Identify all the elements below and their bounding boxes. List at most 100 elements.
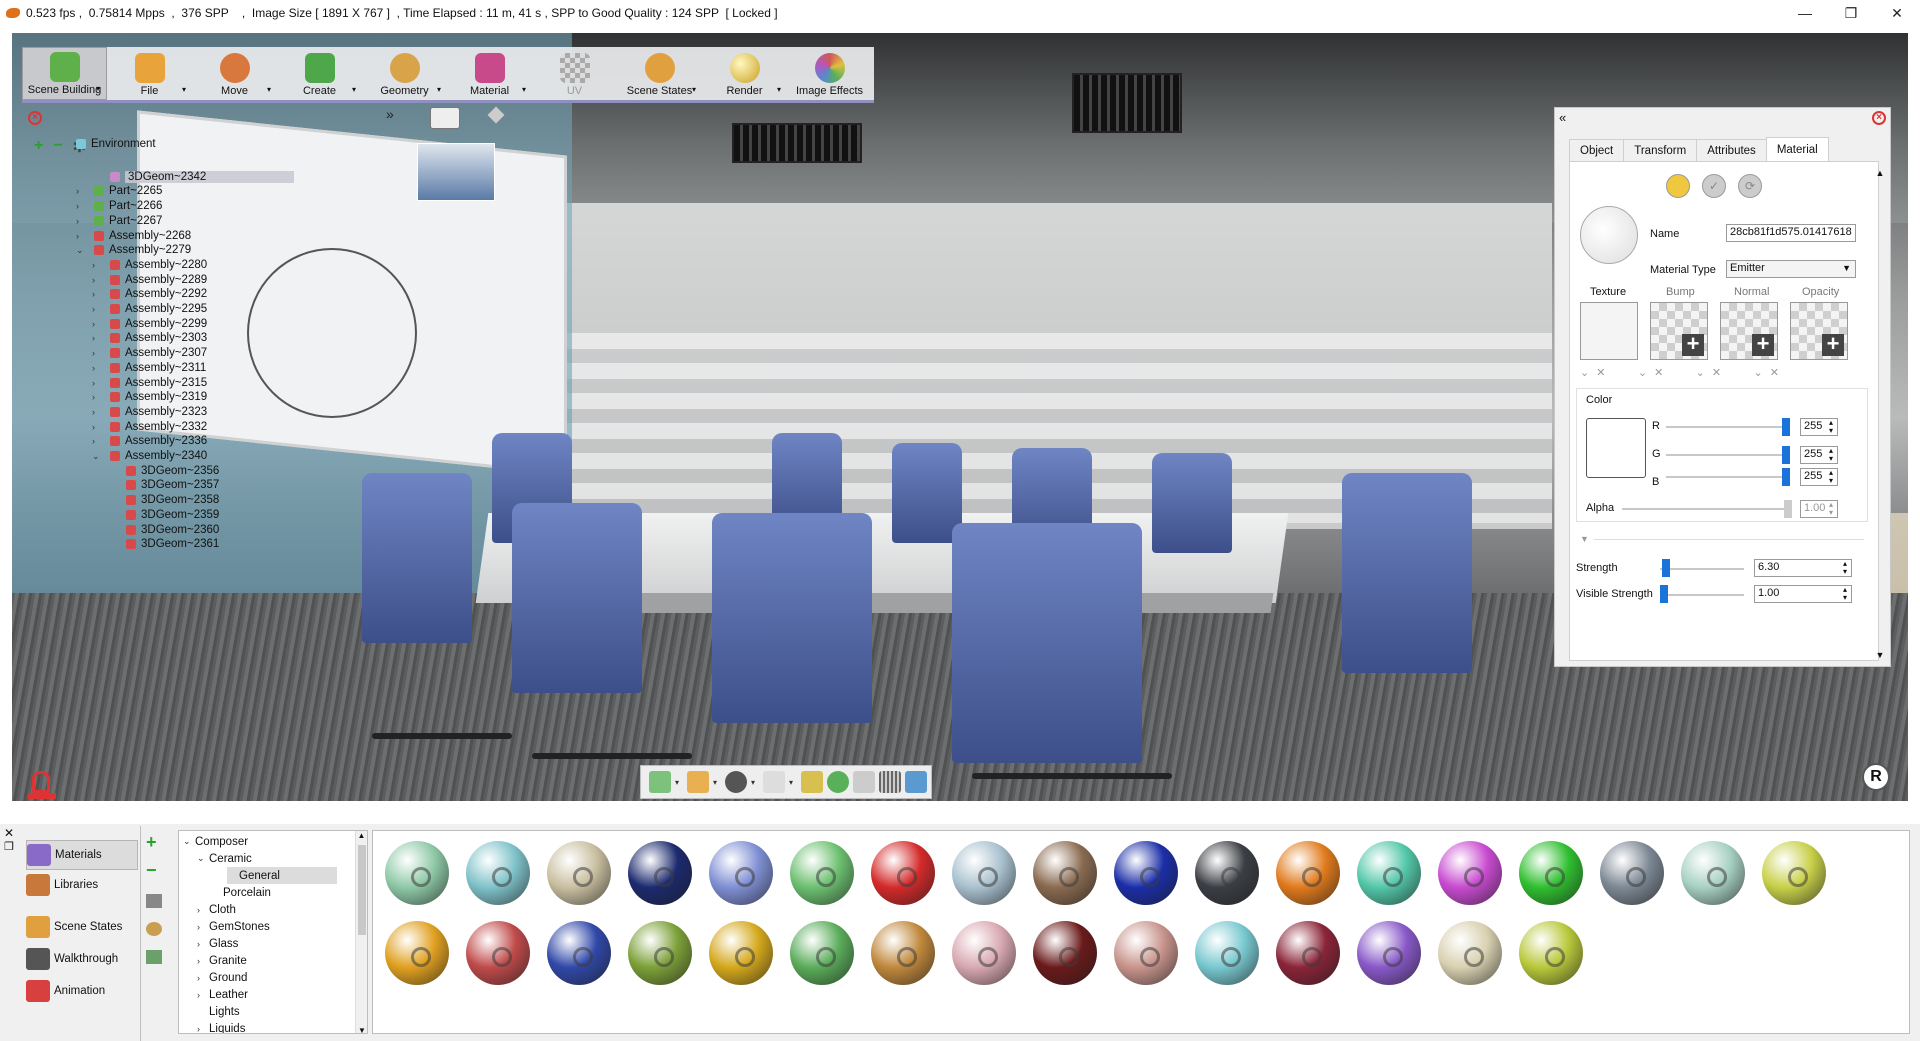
scroll-down-icon[interactable]: ▼ <box>1874 650 1886 660</box>
expand-toggle-icon[interactable]: › <box>197 939 209 949</box>
close-icon[interactable]: × <box>28 111 42 125</box>
expand-toggle-icon[interactable]: › <box>92 378 102 388</box>
material-swatch[interactable] <box>547 921 611 985</box>
material-swatch[interactable] <box>1114 841 1178 905</box>
library-folder-icon[interactable] <box>146 922 162 936</box>
tab-object[interactable]: Object <box>1569 139 1625 161</box>
material-swatch[interactable] <box>628 841 692 905</box>
material-swatch[interactable] <box>1195 921 1259 985</box>
category-item[interactable]: › Cloth <box>197 901 236 918</box>
alpha-slider-track[interactable] <box>1622 508 1792 510</box>
material-swatch[interactable] <box>385 921 449 985</box>
nav-walkthrough[interactable]: Walkthrough <box>26 944 138 974</box>
render-button[interactable]: Render ▾ <box>702 47 787 100</box>
nav-libraries[interactable]: Libraries <box>26 870 138 900</box>
expand-toggle-icon[interactable]: › <box>76 186 86 196</box>
scroll-thumb[interactable] <box>358 845 366 935</box>
pin-icon[interactable] <box>487 106 505 124</box>
expand-toggle-icon[interactable]: › <box>92 392 102 402</box>
r-slider-handle[interactable] <box>1782 418 1790 436</box>
b-value-field[interactable]: 255 <box>1800 468 1838 486</box>
category-scrollbar[interactable]: ▲ ▼ <box>355 831 367 1033</box>
expand-panel-icon[interactable]: » <box>386 106 394 122</box>
material-swatch[interactable] <box>1600 841 1664 905</box>
visible-strength-slider-handle[interactable] <box>1660 585 1668 603</box>
scene-tree-item[interactable]: Environment <box>58 135 156 153</box>
nav-materials[interactable]: Materials <box>26 840 138 870</box>
render-mode-icon[interactable]: R <box>1862 763 1890 791</box>
visible-strength-slider-track[interactable] <box>1660 594 1744 596</box>
fit-view-icon[interactable] <box>801 771 824 793</box>
material-swatch[interactable] <box>1114 921 1178 985</box>
expand-toggle-icon[interactable]: › <box>92 436 102 446</box>
expand-toggle-icon[interactable]: › <box>92 407 102 417</box>
texture-slot-texture[interactable] <box>1580 302 1638 360</box>
texture-slot-normal[interactable]: + <box>1720 302 1778 360</box>
add-icon[interactable]: + <box>146 832 168 860</box>
expand-toggle-icon[interactable]: › <box>197 1024 209 1034</box>
category-item[interactable]: Porcelain <box>211 884 271 901</box>
category-item[interactable]: Lights <box>197 1003 240 1020</box>
move-button[interactable]: Move ▾ <box>192 47 277 100</box>
material-swatch[interactable] <box>1438 921 1502 985</box>
expand-toggle-icon[interactable]: › <box>197 922 209 932</box>
zoom-icon[interactable] <box>827 771 850 793</box>
minimize-button[interactable]: — <box>1782 0 1828 26</box>
material-swatch[interactable] <box>628 921 692 985</box>
material-button[interactable]: Material ▾ <box>447 47 532 100</box>
camera-thumbnail[interactable] <box>417 143 495 201</box>
b-slider-handle[interactable] <box>1782 468 1790 486</box>
category-item[interactable]: ⌄ Ceramic <box>197 850 252 867</box>
material-swatch[interactable] <box>790 841 854 905</box>
tab-material[interactable]: Material <box>1765 137 1829 161</box>
expand-toggle-icon[interactable]: › <box>76 216 86 226</box>
visible-strength-value-field[interactable]: 1.00 <box>1754 585 1852 603</box>
expand-toggle-icon[interactable]: › <box>76 201 86 211</box>
camera-icon[interactable] <box>430 107 460 129</box>
expand-section-icon[interactable]: ▼ <box>1580 534 1589 544</box>
maximize-button[interactable]: ❐ <box>1828 0 1874 26</box>
expand-toggle-icon[interactable]: › <box>92 260 102 270</box>
expand-toggle-icon[interactable]: ⌄ <box>183 836 195 847</box>
category-item[interactable]: › Leather <box>197 986 248 1003</box>
lock-icon[interactable] <box>32 771 50 793</box>
cursor-select-icon[interactable] <box>763 771 786 793</box>
alpha-value-field[interactable]: 1.00 <box>1800 500 1838 518</box>
expand-toggle-icon[interactable]: › <box>76 231 86 241</box>
r-slider-track[interactable] <box>1666 426 1790 428</box>
create-button[interactable]: Create ▾ <box>277 47 362 100</box>
material-type-dropdown[interactable]: Emitter ▼ <box>1726 260 1856 278</box>
scene-states-button[interactable]: Scene States ▾ <box>617 47 702 100</box>
nav-scene-states[interactable]: Scene States <box>26 912 138 942</box>
category-item[interactable]: General <box>227 867 337 884</box>
close-icon[interactable]: ✕ <box>4 826 14 840</box>
material-swatch[interactable] <box>1438 841 1502 905</box>
file-button[interactable]: File ▾ <box>107 47 192 100</box>
expand-toggle-icon[interactable]: › <box>92 363 102 373</box>
float-panel-icon[interactable]: ❐ <box>4 840 14 853</box>
collapse-panel-icon[interactable]: « <box>1559 110 1566 125</box>
material-swatch[interactable] <box>1681 841 1745 905</box>
material-swatch[interactable] <box>466 841 530 905</box>
color-swatch[interactable] <box>1586 418 1646 478</box>
g-slider-track[interactable] <box>1666 454 1790 456</box>
screenshot-camera-icon[interactable] <box>905 771 928 793</box>
apply-check-icon[interactable]: ✓ <box>1702 174 1726 198</box>
nav-animation[interactable]: Animation <box>26 976 138 1006</box>
material-swatch[interactable] <box>709 921 773 985</box>
texture-slot-bump[interactable]: + <box>1650 302 1708 360</box>
material-swatch[interactable] <box>1195 841 1259 905</box>
category-item[interactable]: › Ground <box>197 969 247 986</box>
scroll-down-icon[interactable]: ▼ <box>356 1026 367 1033</box>
tab-transform[interactable]: Transform <box>1623 139 1698 161</box>
library-grid-icon[interactable] <box>146 950 162 964</box>
category-item[interactable]: › GemStones <box>197 918 270 935</box>
expand-toggle-icon[interactable]: › <box>92 275 102 285</box>
g-slider-handle[interactable] <box>1782 446 1790 464</box>
alpha-slider-handle[interactable] <box>1784 500 1792 518</box>
render-r-icon[interactable] <box>725 771 748 793</box>
expand-toggle-icon[interactable]: › <box>92 319 102 329</box>
expand-toggle-icon[interactable]: › <box>92 422 102 432</box>
remove-icon[interactable]: − <box>146 860 168 888</box>
view-cube-icon[interactable] <box>649 771 671 793</box>
